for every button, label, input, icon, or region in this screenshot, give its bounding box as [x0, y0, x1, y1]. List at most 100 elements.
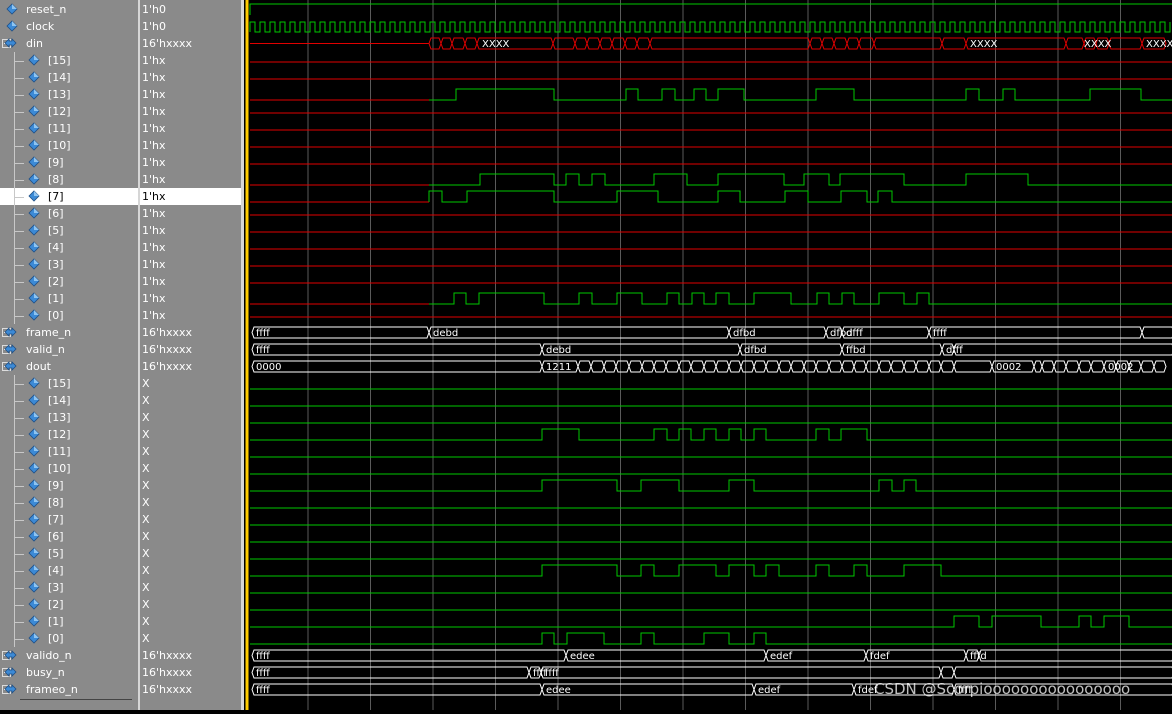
signal-icon: [28, 71, 40, 83]
bus-signal-icon: [4, 344, 17, 354]
tree-line: [14, 146, 24, 147]
signal-row[interactable]: frame_n: [0, 324, 138, 341]
bus-segment: [978, 649, 1172, 662]
signal-row[interactable]: [14]: [0, 69, 138, 86]
signal-row[interactable]: [10]: [0, 137, 138, 154]
signal-row[interactable]: [5]: [0, 222, 138, 239]
signal-row[interactable]: [3]: [0, 579, 138, 596]
signal-name: reset_n: [26, 3, 67, 16]
wave-pane[interactable]: XXXX XXXX XXXX XXXX ffff debd dfbd dfbd dfff ffff…: [244, 0, 1172, 710]
bus-segment: [599, 37, 613, 50]
signal-row[interactable]: clock: [0, 18, 138, 35]
signal-row[interactable]: [0]: [0, 630, 138, 647]
signal-row[interactable]: [14]: [0, 392, 138, 409]
signal-row[interactable]: [2]: [0, 273, 138, 290]
signal-row[interactable]: [9]: [0, 154, 138, 171]
signal-row[interactable]: [2]: [0, 596, 138, 613]
bus-segment: [833, 37, 848, 50]
bus-value-label: edee: [570, 651, 595, 662]
bus-segment: [715, 360, 730, 373]
signal-value: X: [142, 462, 150, 475]
signal-row[interactable]: [15]: [0, 375, 138, 392]
list-end-rule: [20, 699, 132, 700]
signal-value: 1'hx: [142, 71, 166, 84]
signal-row[interactable]: [8]: [0, 171, 138, 188]
signal-row[interactable]: [15]: [0, 52, 138, 69]
signal-icon: [6, 3, 18, 15]
signal-row[interactable]: [12]: [0, 103, 138, 120]
bus-value-label: fffd: [970, 651, 987, 662]
signal-row[interactable]: [5]: [0, 545, 138, 562]
signal-name: [4]: [48, 241, 64, 254]
bus-segment: [251, 360, 543, 373]
bus-segment: [953, 360, 993, 373]
tree-line: [14, 282, 24, 283]
tree-line: [14, 435, 24, 436]
signal-name: [0]: [48, 309, 64, 322]
signal-value: 1'hx: [140, 188, 241, 205]
signal-row[interactable]: dout: [0, 358, 138, 375]
signal-row[interactable]: [12]: [0, 426, 138, 443]
signal-row[interactable]: [11]: [0, 120, 138, 137]
signal-row[interactable]: valid_n: [0, 341, 138, 358]
signal-value: X: [142, 547, 150, 560]
signal-name: [7]: [48, 513, 64, 526]
signal-name: busy_n: [26, 666, 65, 679]
tree-line: [14, 571, 24, 572]
bus-signal-icon: [4, 38, 17, 48]
signal-icon: [28, 462, 40, 474]
signal-row[interactable]: [4]: [0, 562, 138, 579]
bus-segment: [636, 37, 651, 50]
bus-segment: [778, 360, 792, 373]
bus-segment: [690, 360, 705, 373]
signal-name: [8]: [48, 173, 64, 186]
bus-segment: [803, 360, 817, 373]
signal-row[interactable]: [11]: [0, 443, 138, 460]
signal-row[interactable]: [6]: [0, 528, 138, 545]
bus-value-label: 0002: [996, 362, 1021, 373]
signal-icon: [28, 428, 40, 440]
signal-name: clock: [26, 20, 55, 33]
signal-name: [1]: [48, 615, 64, 628]
signal-row[interactable]: [13]: [0, 409, 138, 426]
signal-row[interactable]: [13]: [0, 86, 138, 103]
bus-segment: [915, 360, 930, 373]
bus-segment: [251, 326, 430, 339]
signal-row[interactable]: [10]: [0, 460, 138, 477]
signal-icon: [28, 632, 40, 644]
bus-segment: [940, 666, 955, 679]
bus-segment: [1078, 360, 1092, 373]
signal-icon: [28, 377, 40, 389]
signal-row[interactable]: [6]: [0, 205, 138, 222]
bus-segment: [865, 360, 880, 373]
signal-row[interactable]: [7]: [0, 511, 138, 528]
signal-row[interactable]: [1]: [0, 290, 138, 307]
bus-signal-icon: [4, 361, 17, 371]
signal-icon: [28, 411, 40, 423]
bus-segment: [464, 37, 478, 50]
tree-line: [14, 401, 24, 402]
bus-signal-icon: [4, 650, 17, 660]
signal-row[interactable]: frameo_n: [0, 681, 138, 698]
bus-segment: [858, 37, 875, 50]
signal-row[interactable]: valido_n: [0, 647, 138, 664]
signal-icon: [6, 20, 18, 32]
wave-trace: [250, 564, 1172, 577]
signal-row[interactable]: din: [0, 35, 138, 52]
signal-icon: [28, 564, 40, 576]
signal-row[interactable]: [9]: [0, 477, 138, 494]
tree-line: [14, 61, 24, 62]
signal-row[interactable]: reset_n: [0, 1, 138, 18]
signal-row[interactable]: [3]: [0, 256, 138, 273]
signal-row[interactable]: [8]: [0, 494, 138, 511]
signal-row[interactable]: [0]: [0, 307, 138, 324]
signal-row[interactable]: busy_n: [0, 664, 138, 681]
signal-value: 1'hx: [142, 122, 166, 135]
signal-value: 1'hx: [142, 139, 166, 152]
signal-row[interactable]: [7]: [0, 188, 138, 205]
signal-row[interactable]: [4]: [0, 239, 138, 256]
signal-row[interactable]: [1]: [0, 613, 138, 630]
tree-line: [14, 265, 24, 266]
wave-canvas[interactable]: XXXX XXXX XXXX XXXX ffff debd dfbd dfbd dfff ffff…: [244, 0, 1172, 710]
bus-segment: [873, 37, 943, 50]
